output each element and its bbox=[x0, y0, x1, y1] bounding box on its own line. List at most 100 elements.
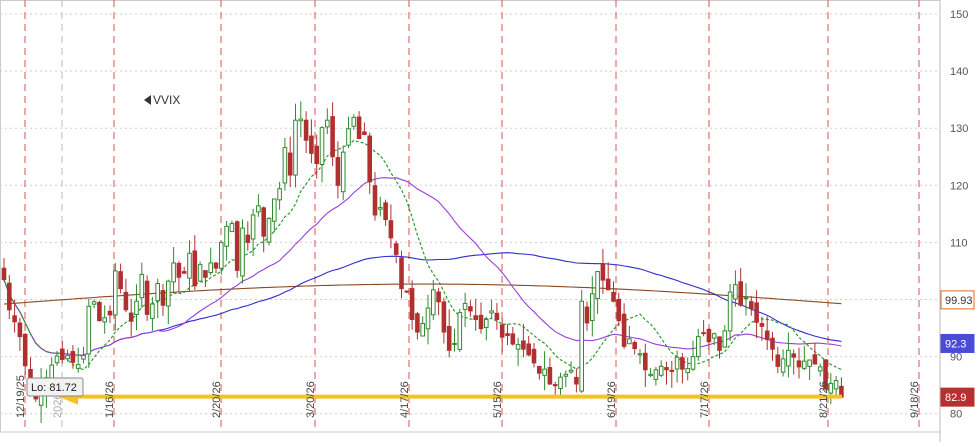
candle-body bbox=[102, 317, 108, 323]
candle-body bbox=[558, 376, 563, 389]
sma200-line bbox=[3, 283, 842, 305]
candle-body bbox=[764, 330, 770, 340]
candle-body bbox=[287, 152, 293, 176]
candle-body bbox=[277, 188, 282, 201]
candle-body bbox=[319, 127, 325, 165]
annotations: VVIX Lo: 81.72 bbox=[26, 93, 180, 397]
candle-body bbox=[234, 221, 240, 271]
candle-body bbox=[70, 351, 76, 363]
candle-body bbox=[208, 262, 213, 274]
candle-body bbox=[754, 302, 759, 323]
price-badge: 99.93 bbox=[940, 290, 975, 310]
date-tick-label: 1/16/26 bbox=[104, 381, 116, 418]
candle-body bbox=[552, 384, 558, 387]
candle-body bbox=[393, 243, 399, 255]
candle-body bbox=[796, 360, 802, 368]
candle-body bbox=[817, 366, 823, 372]
candle-body bbox=[367, 135, 372, 183]
candle-body bbox=[176, 262, 182, 278]
candle-body bbox=[584, 306, 590, 324]
price-badge-text: 92.3 bbox=[945, 338, 966, 350]
candle-body bbox=[12, 315, 17, 323]
candle-body bbox=[531, 348, 537, 364]
candle-body bbox=[717, 336, 722, 351]
candle-body bbox=[807, 359, 812, 367]
candle-body bbox=[643, 352, 648, 371]
candle-body bbox=[272, 198, 277, 222]
candle-body bbox=[743, 297, 749, 300]
candle-body bbox=[664, 367, 669, 371]
candle-body bbox=[404, 290, 410, 293]
candle-body bbox=[489, 310, 494, 314]
candle-body bbox=[139, 273, 145, 299]
candle-body bbox=[97, 301, 102, 322]
candle-body bbox=[197, 264, 203, 282]
candle-body bbox=[409, 288, 415, 320]
candle-body bbox=[648, 373, 653, 377]
candle-body bbox=[123, 291, 129, 311]
symbol-pointer-icon bbox=[144, 95, 151, 105]
candle-body bbox=[515, 344, 521, 350]
sma100-line bbox=[3, 252, 842, 356]
date-tick-label: 12/19/25 bbox=[15, 375, 27, 418]
price-badge: 92.3 bbox=[940, 333, 975, 353]
candles bbox=[1, 101, 844, 423]
candle-body bbox=[690, 356, 696, 370]
candle-body bbox=[22, 333, 28, 367]
candle-body bbox=[478, 314, 484, 330]
candle-body bbox=[759, 323, 765, 327]
candle-body bbox=[775, 354, 781, 367]
candle-body bbox=[203, 270, 208, 278]
candle-body bbox=[340, 151, 346, 193]
candle-body bbox=[462, 302, 468, 310]
candle-body bbox=[605, 278, 611, 291]
candle-body bbox=[378, 207, 383, 210]
candle-body bbox=[282, 147, 288, 184]
y-tick-label: 150 bbox=[950, 9, 968, 21]
candle-body bbox=[738, 281, 744, 306]
candle-body bbox=[17, 322, 23, 338]
candle-body bbox=[372, 185, 378, 216]
candle-body bbox=[399, 257, 404, 290]
candle-body bbox=[632, 342, 638, 350]
candle-body bbox=[298, 118, 304, 122]
candle-body bbox=[224, 225, 229, 247]
candle-body bbox=[325, 119, 330, 128]
candle-body bbox=[245, 234, 251, 243]
candle-body bbox=[266, 217, 272, 243]
candle-body bbox=[680, 357, 685, 370]
candle-body bbox=[537, 366, 542, 374]
candle-body bbox=[166, 280, 171, 307]
candle-body bbox=[611, 292, 616, 302]
candle-body bbox=[219, 241, 224, 269]
y-tick-label: 130 bbox=[950, 123, 968, 135]
candle-body bbox=[749, 301, 754, 310]
candle-body bbox=[542, 368, 547, 376]
candle-body bbox=[685, 368, 691, 374]
candle-body bbox=[706, 328, 712, 343]
candle-body bbox=[802, 360, 807, 369]
date-tick-label: 5/15/26 bbox=[492, 381, 504, 418]
date-tick-label: 3/20/26 bbox=[305, 381, 317, 418]
candle-body bbox=[144, 280, 150, 315]
candle-body bbox=[701, 332, 706, 335]
candle-body bbox=[452, 342, 457, 345]
candle-body bbox=[388, 220, 394, 239]
candle-body bbox=[563, 373, 569, 377]
candle-body bbox=[436, 291, 441, 303]
candle-body bbox=[1, 267, 7, 281]
candle-body bbox=[134, 300, 139, 316]
candle-body bbox=[658, 365, 664, 376]
candle-body bbox=[213, 262, 219, 269]
candle-body bbox=[415, 313, 420, 333]
candle-body bbox=[171, 262, 176, 283]
candle-body bbox=[250, 214, 256, 240]
candle-body bbox=[770, 337, 775, 350]
candle-body bbox=[261, 207, 266, 237]
candle-body bbox=[113, 270, 118, 316]
y-tick-label: 140 bbox=[950, 66, 968, 78]
candle-body bbox=[60, 348, 65, 360]
candle-body bbox=[637, 353, 643, 356]
candle-body bbox=[473, 315, 478, 320]
candle-body bbox=[128, 312, 134, 322]
